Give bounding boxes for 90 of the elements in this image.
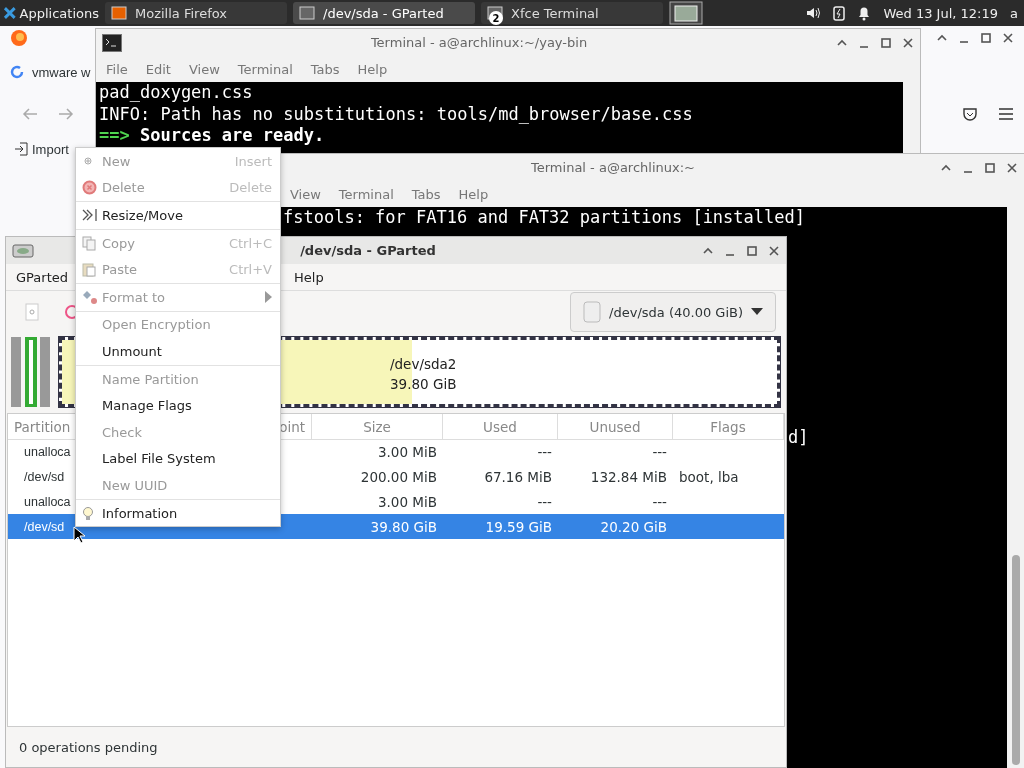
table-cell: --- (537, 493, 552, 510)
window-title: /dev/sda - GParted (300, 243, 436, 258)
menu-item[interactable]: Unmount (76, 338, 280, 365)
import-icon (14, 142, 28, 156)
column-header[interactable]: Flags (673, 414, 784, 440)
menu-item[interactable]: Terminal (338, 186, 394, 202)
menu-item[interactable]: Tabs (310, 61, 340, 77)
close-icon[interactable] (768, 244, 780, 257)
format-icon (82, 289, 98, 305)
status-text: 0 operations pending (18, 738, 159, 757)
window-icon (111, 5, 127, 21)
menu-item[interactable]: Help (458, 186, 489, 202)
table-cell: 39.80 GiB (370, 518, 437, 535)
table-cell: unalloca (24, 494, 71, 509)
column-header[interactable]: Unused (558, 414, 673, 440)
close-icon[interactable] (1006, 161, 1018, 174)
window-title: Terminal - a@archlinux:~/yay-bin (370, 35, 588, 50)
tab-title[interactable]: vmware w (32, 64, 91, 80)
menu-icon[interactable] (998, 107, 1014, 121)
terminal-line: INFO: Path has no substitutions: tools/md_browser/base.css (99, 103, 694, 125)
xfce-logo-icon (3, 6, 17, 20)
taskbar-button[interactable]: Mozilla Firefox (105, 2, 287, 24)
table-cell: --- (537, 443, 552, 460)
maximize-icon[interactable] (746, 244, 758, 257)
maximize-icon[interactable] (980, 32, 992, 44)
lightbulb-icon (82, 505, 94, 521)
copy-icon (82, 235, 97, 251)
menu-item[interactable]: Tabs (411, 186, 441, 202)
menu-item[interactable]: Terminal (237, 61, 293, 77)
user-name[interactable]: a (1010, 5, 1018, 21)
window-icon (299, 5, 315, 21)
pocket-icon[interactable] (962, 106, 978, 122)
table-cell: 67.16 MiB (484, 468, 552, 485)
menu-item[interactable]: View (290, 186, 321, 202)
menu-item[interactable]: Edit (145, 61, 171, 77)
menu-item[interactable]: Information (76, 499, 280, 527)
close-icon[interactable] (902, 36, 914, 49)
menu-item[interactable]: Help (294, 269, 324, 285)
caret-icon (751, 308, 763, 316)
shortcut-hint: Insert (234, 153, 272, 169)
menu-item[interactable]: GParted (16, 269, 68, 285)
maximize-icon[interactable] (880, 36, 892, 49)
table-cell: 19.59 GiB (485, 518, 552, 535)
maximize-icon[interactable] (984, 161, 996, 174)
shortcut-hint: Ctrl+C (228, 235, 272, 251)
terminal-line: fstools: for FAT16 and FAT32 partitions [installed] (283, 207, 806, 229)
table-cell: 200.00 MiB (360, 468, 437, 485)
notification-bell-icon[interactable] (857, 5, 872, 21)
taskbar-button[interactable]: 2 Xfce Terminal (481, 2, 663, 24)
device-dropdown[interactable]: /dev/sda (40.00 GiB) (570, 292, 776, 332)
delete-icon (82, 180, 97, 196)
menu-item[interactable]: File (106, 61, 128, 77)
resize-icon (82, 208, 98, 223)
column-header[interactable]: Size (312, 414, 443, 440)
table-cell: boot, lba (679, 468, 739, 485)
close-icon[interactable] (1002, 32, 1014, 44)
applications-menu[interactable]: Applications (0, 5, 105, 21)
table-cell: 132.84 MiB (590, 468, 667, 485)
table-cell: unalloca (24, 444, 71, 459)
shortcut-hint: Delete (229, 180, 272, 196)
column-header[interactable]: Used (443, 414, 558, 440)
scrollbar-thumb[interactable] (1011, 555, 1020, 765)
window-count-badge: 2 (489, 11, 503, 25)
taskbar-button[interactable]: /dev/sda - GParted (293, 2, 475, 24)
clock[interactable]: Wed 13 Jul, 12:19 (883, 5, 999, 21)
menu-item[interactable]: View (188, 61, 220, 77)
shortcut-hint: Ctrl+V (229, 262, 272, 278)
bookmark-button[interactable]: Import (32, 141, 69, 157)
terminal-icon (102, 33, 122, 52)
menu-item[interactable]: Resize/Move (76, 202, 280, 229)
volume-icon[interactable] (805, 5, 822, 21)
menu-item[interactable]: Help (357, 61, 388, 77)
table-cell: 20.20 GiB (600, 518, 667, 535)
table-cell: /dev/sd (24, 519, 65, 534)
table-cell: 3.00 MiB (378, 443, 437, 460)
table-cell: --- (652, 493, 667, 510)
table-cell: 3.00 MiB (378, 493, 437, 510)
battery-icon[interactable] (833, 5, 846, 21)
drive-icon (583, 301, 602, 323)
terminal-line: ==> Sources are ready. (99, 125, 326, 147)
workspace-switcher-icon[interactable] (669, 1, 703, 25)
table-cell: --- (652, 443, 667, 460)
partition-label: /dev/sda2 39.80 GiB (390, 355, 457, 394)
table-cell: /dev/sd (24, 469, 65, 484)
small-partitions-drawing (11, 337, 53, 407)
menu-item[interactable]: Label File System (76, 445, 280, 473)
terminal-line: pad_doxygen.css (99, 82, 254, 104)
window-title: Terminal - a@archlinux:~ (531, 160, 695, 175)
terminal-line: d] (788, 426, 810, 448)
paste-icon (82, 262, 97, 278)
